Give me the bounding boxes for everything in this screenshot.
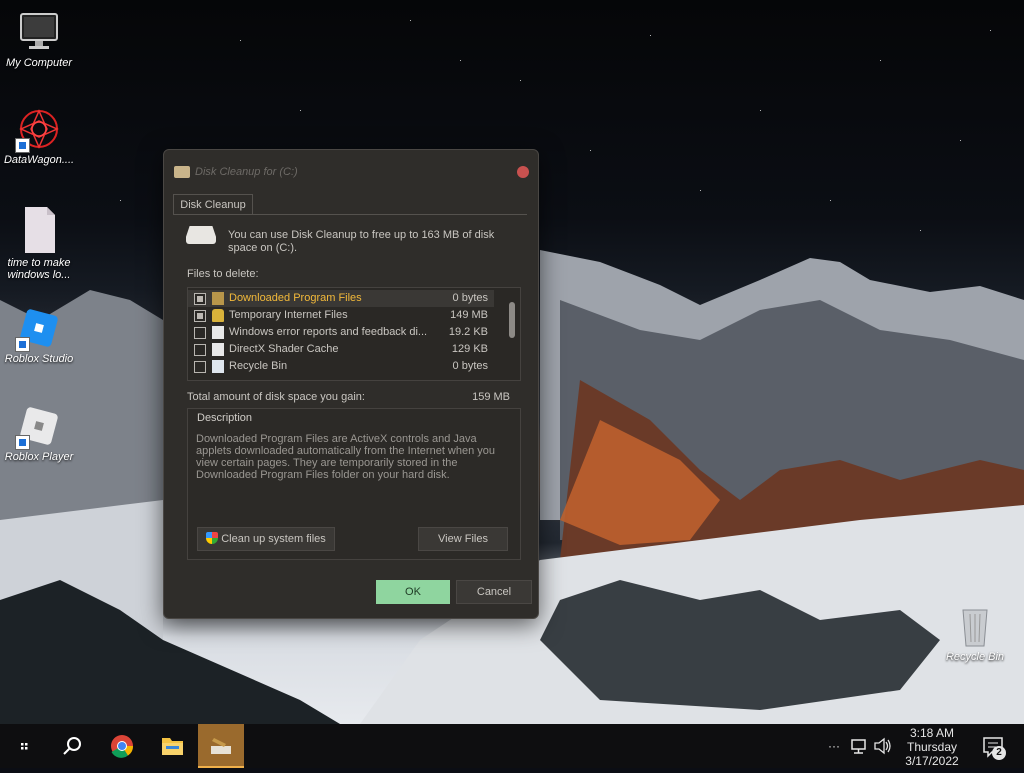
file-row[interactable]: Recycle Bin 0 bytes <box>188 358 494 375</box>
folder-icon <box>212 292 224 305</box>
disk-cleanup-icon <box>211 738 231 754</box>
clock[interactable]: 3:18 AM Thursday 3/17/2022 <box>900 726 964 768</box>
search-icon <box>63 737 81 755</box>
tray-overflow[interactable]: ··· <box>826 724 842 768</box>
notification-center-button[interactable]: 2 <box>978 724 1010 768</box>
files-list[interactable]: Downloaded Program Files 0 bytes Tempora… <box>187 287 521 381</box>
file-size: 129 KB <box>451 343 488 355</box>
file-row[interactable]: Temporary Internet Files 149 MB <box>188 307 494 324</box>
tab-disk-cleanup[interactable]: Disk Cleanup <box>173 194 253 215</box>
drive-icon <box>186 226 216 244</box>
document-icon <box>212 326 224 339</box>
datawagon-icon <box>15 107 61 153</box>
file-row[interactable]: Downloaded Program Files 0 bytes <box>188 290 494 307</box>
desktop-icon-label: Roblox Studio <box>4 353 74 365</box>
files-to-delete-label: Files to delete: <box>187 268 259 280</box>
file-checkbox[interactable] <box>194 361 206 373</box>
clean-up-system-files-button[interactable]: Clean up system files <box>197 527 335 551</box>
file-name: Temporary Internet Files <box>229 309 348 321</box>
desktop-icon-roblox-studio[interactable]: Roblox Studio <box>1 306 77 365</box>
ok-button[interactable]: OK <box>376 580 450 604</box>
file-size: 0 bytes <box>452 360 488 372</box>
volume-icon[interactable] <box>872 724 894 768</box>
file-size: 0 bytes <box>452 292 488 304</box>
clean-up-system-files-label: Clean up system files <box>221 533 326 545</box>
desktop-icon-label: time to make windows lo... <box>7 257 71 281</box>
desktop-icon-label: DataWagon.... <box>3 154 75 166</box>
file-name: Windows error reports and feedback di... <box>229 326 428 338</box>
total-gain-value: 159 MB <box>472 391 510 403</box>
roblox-studio-icon <box>15 306 61 352</box>
taskbar-file-explorer[interactable] <box>150 724 194 768</box>
document-icon <box>212 343 224 356</box>
file-size: 19.2 KB <box>448 326 488 338</box>
disk-cleanup-dialog: Disk Cleanup for (C:) Disk Cleanup You c… <box>163 149 539 619</box>
taskbar-chrome[interactable] <box>100 724 144 768</box>
desktop-icon-recycle-bin[interactable]: Recycle Bin <box>937 604 1013 663</box>
file-row[interactable]: Windows error reports and feedback di...… <box>188 324 494 341</box>
chrome-icon <box>111 735 134 758</box>
taskbar-disk-cleanup[interactable] <box>198 724 244 768</box>
taskbar: ··· 3:18 AM Thursday 3/17/2022 2 <box>0 724 1024 768</box>
disk-cleanup-icon <box>174 166 190 178</box>
description-text: Downloaded Program Files are ActiveX con… <box>196 433 496 481</box>
desktop-icon-label: My Computer <box>5 57 73 69</box>
notification-count-badge: 2 <box>992 746 1006 760</box>
total-gain-label: Total amount of disk space you gain: <box>187 391 365 403</box>
shortcut-arrow-icon <box>15 138 30 153</box>
dialog-titlebar[interactable]: Disk Cleanup for (C:) <box>164 150 538 194</box>
file-checkbox[interactable] <box>194 327 206 339</box>
file-checkbox[interactable] <box>194 293 206 305</box>
folder-icon <box>162 738 183 755</box>
description-group: Description Downloaded Program Files are… <box>187 408 521 560</box>
close-button[interactable] <box>517 166 529 178</box>
start-button[interactable] <box>2 724 46 768</box>
start-icon <box>21 743 28 750</box>
file-size: 149 MB <box>450 309 488 321</box>
cancel-button[interactable]: Cancel <box>456 580 532 604</box>
lock-icon <box>212 309 224 322</box>
uac-shield-icon <box>206 532 219 544</box>
desktop-icon-label: Recycle Bin <box>945 651 1005 663</box>
search-button[interactable] <box>50 724 94 768</box>
description-title: Description <box>197 412 253 424</box>
notification-icon <box>983 737 1003 758</box>
desktop-icon-my-computer[interactable]: My Computer <box>1 10 77 69</box>
recycle-bin-icon <box>953 604 997 648</box>
roblox-player-icon <box>15 404 61 450</box>
file-row[interactable]: DirectX Shader Cache 129 KB <box>188 341 494 358</box>
shortcut-arrow-icon <box>15 435 30 450</box>
desktop-icon-datawagon[interactable]: DataWagon.... <box>1 107 77 166</box>
list-scrollbar[interactable] <box>509 302 515 338</box>
clock-time: 3:18 AM <box>909 726 955 740</box>
dialog-title: Disk Cleanup for (C:) <box>195 166 298 178</box>
view-files-button[interactable]: View Files <box>418 527 508 551</box>
file-icon <box>17 205 61 253</box>
desktop-icon-label: Roblox Player <box>4 451 74 463</box>
network-icon[interactable] <box>848 724 870 768</box>
file-name: Recycle Bin <box>229 360 288 372</box>
file-checkbox[interactable] <box>194 310 206 322</box>
recycle-bin-icon <box>212 360 224 373</box>
monitor-icon <box>17 10 61 54</box>
file-checkbox[interactable] <box>194 344 206 356</box>
file-name: Downloaded Program Files <box>229 292 362 304</box>
clock-date: 3/17/2022 <box>905 754 959 768</box>
clock-day: Thursday <box>906 740 958 754</box>
tab-pane: You can use Disk Cleanup to free up to 1… <box>173 214 527 570</box>
file-name: DirectX Shader Cache <box>229 343 339 355</box>
desktop-icon-roblox-player[interactable]: Roblox Player <box>1 404 77 463</box>
shortcut-arrow-icon <box>15 337 30 352</box>
intro-text: You can use Disk Cleanup to free up to 1… <box>228 229 495 254</box>
desktop-icon-text-file[interactable]: time to make windows lo... <box>1 205 77 281</box>
